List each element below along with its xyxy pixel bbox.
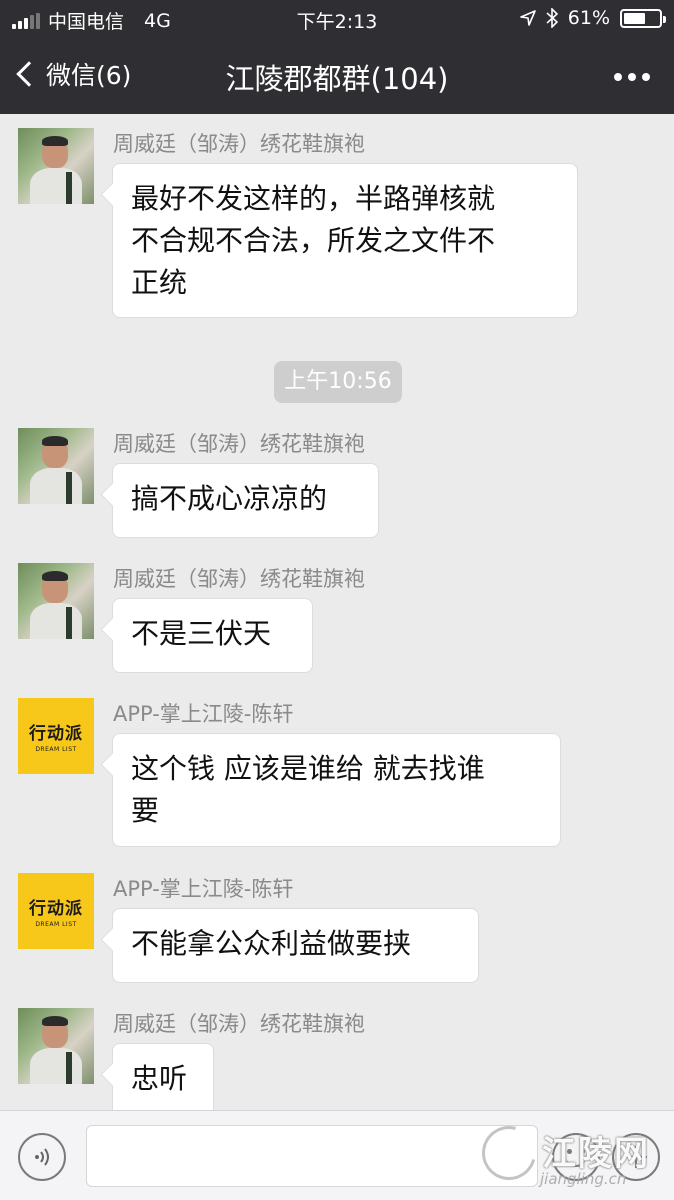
message-bubble[interactable]: 搞不成心凉凉的: [112, 463, 379, 538]
sender-name: 周威廷（邹涛）绣花鞋旗袍: [113, 432, 365, 456]
message-text: 不是三伏天: [131, 617, 272, 650]
brand-logo-text: 行动派: [29, 724, 83, 744]
avatar[interactable]: [18, 128, 94, 204]
location-arrow-icon: [519, 10, 536, 26]
message-text: 这个钱 应该是谁给 就去找谁 要: [131, 752, 485, 827]
more-icon-dot: [642, 73, 650, 81]
emoji-icon: [567, 1149, 572, 1154]
status-right: 61%: [519, 7, 666, 29]
brand-logo-subtext: DREAM LIST: [35, 746, 77, 753]
input-bar: [0, 1110, 674, 1200]
avatar[interactable]: 行动派 DREAM LIST: [18, 698, 94, 774]
brand-logo-subtext: DREAM LIST: [35, 921, 77, 928]
message-bubble[interactable]: 最好不发这样的，半路弹核就 不合规不合法，所发之文件不 正统: [112, 163, 578, 318]
emoji-icon: [580, 1149, 585, 1154]
back-label: 微信(6): [46, 61, 132, 90]
message-bubble[interactable]: 忠听: [112, 1043, 214, 1110]
avatar[interactable]: [18, 428, 94, 504]
voice-icon: [35, 1148, 49, 1166]
message-text: 忠听: [131, 1062, 188, 1095]
plus-button[interactable]: [612, 1133, 660, 1181]
message-text: 搞不成心凉凉的: [131, 482, 328, 515]
avatar[interactable]: [18, 1008, 94, 1084]
avatar[interactable]: 行动派 DREAM LIST: [18, 873, 94, 949]
chat-area[interactable]: 周威廷（邹涛）绣花鞋旗袍 最好不发这样的，半路弹核就 不合规不合法，所发之文件不…: [0, 114, 674, 1110]
time-separator: 上午10:56: [274, 361, 402, 403]
battery-icon: [620, 8, 666, 28]
more-icon-dot: [628, 73, 636, 81]
nav-bar: 微信(6) 江陵郡都群(104): [0, 38, 674, 114]
battery-fill: [624, 12, 645, 24]
sender-name: 周威廷（邹涛）绣花鞋旗袍: [113, 567, 365, 591]
battery-percent: 61%: [567, 7, 610, 29]
back-button[interactable]: 微信(6): [14, 56, 131, 92]
emoji-icon: [566, 1155, 586, 1167]
message-text: 不能拿公众利益做要挟: [131, 927, 412, 960]
sender-name: 周威廷（邹涛）绣花鞋旗袍: [113, 132, 365, 156]
sender-name: 周威廷（邹涛）绣花鞋旗袍: [113, 1012, 365, 1036]
message-bubble[interactable]: 不是三伏天: [112, 598, 313, 673]
avatar[interactable]: [18, 563, 94, 639]
message-text: 最好不发这样的，半路弹核就 不合规不合法，所发之文件不 正统: [131, 182, 496, 299]
voice-button[interactable]: [18, 1133, 66, 1181]
sender-name: APP-掌上江陵-陈轩: [113, 877, 294, 901]
message-bubble[interactable]: 这个钱 应该是谁给 就去找谁 要: [112, 733, 561, 847]
more-icon-dot: [614, 73, 622, 81]
brand-logo-text: 行动派: [29, 899, 83, 919]
bluetooth-icon: [546, 8, 558, 28]
chevron-left-icon: [16, 61, 42, 87]
more-button[interactable]: [614, 73, 650, 81]
message-bubble[interactable]: 不能拿公众利益做要挟: [112, 908, 479, 983]
sender-name: APP-掌上江陵-陈轩: [113, 702, 294, 726]
status-bar: 中国电信 4G 下午2:13 61%: [0, 0, 674, 38]
emoji-button[interactable]: [552, 1133, 600, 1181]
message-input[interactable]: [86, 1125, 538, 1187]
